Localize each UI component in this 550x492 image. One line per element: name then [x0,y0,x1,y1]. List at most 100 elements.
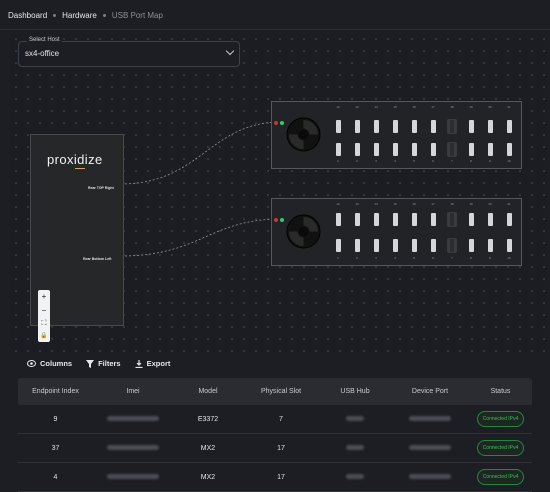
usb-port[interactable] [371,142,381,157]
usb-port[interactable] [466,142,476,157]
status-badge: Connected IPv4 [476,411,525,427]
columns-button[interactable]: Columns [27,359,72,368]
usb-port[interactable] [409,119,419,134]
header-physical-slot[interactable]: Physical Slot [243,388,319,395]
export-label: Export [146,359,171,368]
port-number: 14 [374,105,378,109]
usb-hub-1[interactable]: 12 13 14 15 16 17 18 19 20 21 1 2 3 4 5 … [271,101,522,169]
usb-port[interactable] [504,119,514,134]
usb-port[interactable] [428,119,438,134]
usb-port[interactable] [466,238,476,253]
table-header: Endpoint Index Imei Model Physical Slot … [18,378,532,405]
table-row[interactable]: 4 MX2 17 Connected IPv4 [18,463,532,492]
usb-port[interactable] [371,238,381,253]
usb-port[interactable] [485,238,495,253]
port-number: 4 [394,256,396,260]
port-number: 6 [432,159,434,163]
usb-port[interactable] [390,142,400,157]
usb-port-selected[interactable] [447,238,457,253]
usb-port[interactable] [466,212,476,227]
usb-port[interactable] [333,142,343,157]
canvas-zoom-controls: + − ⛶ 🔒 [38,290,50,342]
usb-hub-2[interactable]: 12 13 14 15 16 17 18 19 20 21 1 2 3 4 5 … [271,198,522,266]
usb-port[interactable] [390,119,400,134]
table-row[interactable]: 9 E3372 7 Connected IPv4 [18,405,532,434]
port-number: 13 [355,105,359,109]
table-row[interactable]: 37 MX2 17 Connected IPv4 [18,434,532,463]
red-led-icon [274,121,278,125]
usb-port[interactable] [333,119,343,134]
usb-port[interactable] [428,212,438,227]
usb-port[interactable] [390,238,400,253]
hub-status-leds [274,121,284,125]
status-badge: Connected IPv4 [476,440,525,456]
usb-port[interactable] [333,238,343,253]
usb-port[interactable] [428,142,438,157]
port-number: 1 [337,159,339,163]
usb-port[interactable] [352,212,362,227]
port-number: 1 [337,256,339,260]
zoom-out-button[interactable]: − [42,306,47,315]
header-device-port[interactable]: Device Port [391,388,469,395]
usb-port[interactable] [485,142,495,157]
zoom-in-button[interactable]: + [42,292,47,301]
devices-table: Endpoint Index Imei Model Physical Slot … [18,378,532,492]
cell-usb-hub-redacted [319,473,391,481]
usb-port[interactable] [409,212,419,227]
header-status[interactable]: Status [469,388,532,395]
usb-port[interactable] [504,212,514,227]
usb-port[interactable] [371,119,381,134]
usb-port[interactable] [352,119,362,134]
port-number: 2 [356,159,358,163]
logo-accent [75,168,85,169]
router-logo: proxidize [47,152,103,167]
usb-port[interactable] [466,119,476,134]
usb-port[interactable] [504,238,514,253]
port-number: 9 [489,256,491,260]
filters-label: Filters [98,359,121,368]
header-endpoint-index[interactable]: Endpoint Index [18,388,93,395]
usb-port[interactable] [333,212,343,227]
lock-icon[interactable]: 🔒 [40,333,47,339]
port-number: 15 [393,202,397,206]
cell-slot: 17 [277,444,285,452]
header-imei[interactable]: Imei [93,388,173,395]
header-model[interactable]: Model [173,388,243,395]
usb-port[interactable] [409,238,419,253]
port-number: 10 [507,159,511,163]
port-number: 14 [374,202,378,206]
cell-model: E3372 [197,415,219,423]
fit-view-button[interactable]: ⛶ [42,320,47,327]
filter-icon [86,359,95,368]
green-led-icon [280,121,284,125]
port-number: 17 [431,105,435,109]
usb-port[interactable] [390,212,400,227]
port-number: 19 [469,105,473,109]
cell-device-port-redacted [391,415,469,423]
usb-port-selected[interactable] [447,119,457,134]
status-cell: Connected IPv4 [469,469,532,485]
filters-button[interactable]: Filters [86,359,121,368]
usb-port[interactable] [352,142,362,157]
usb-port[interactable] [485,212,495,227]
port-number: 19 [469,202,473,206]
usb-port-selected[interactable] [447,212,457,227]
usb-port[interactable] [504,142,514,157]
cell-model: MX2 [200,444,216,452]
usb-port[interactable] [352,238,362,253]
red-led-icon [274,218,278,222]
usb-port-selected[interactable] [447,142,457,157]
port-number: 18 [450,105,454,109]
usb-port[interactable] [485,119,495,134]
usb-port[interactable] [428,238,438,253]
usb-port[interactable] [409,142,419,157]
cell-imei-redacted [93,473,173,481]
port-number: 7 [451,159,453,163]
cell-model: MX2 [200,473,216,481]
fan-icon [286,214,321,249]
port-number: 7 [451,256,453,260]
header-usb-hub[interactable]: USB Hub [319,388,391,395]
export-button[interactable]: Export [135,359,171,368]
columns-label: Columns [40,359,73,368]
usb-port[interactable] [371,212,381,227]
